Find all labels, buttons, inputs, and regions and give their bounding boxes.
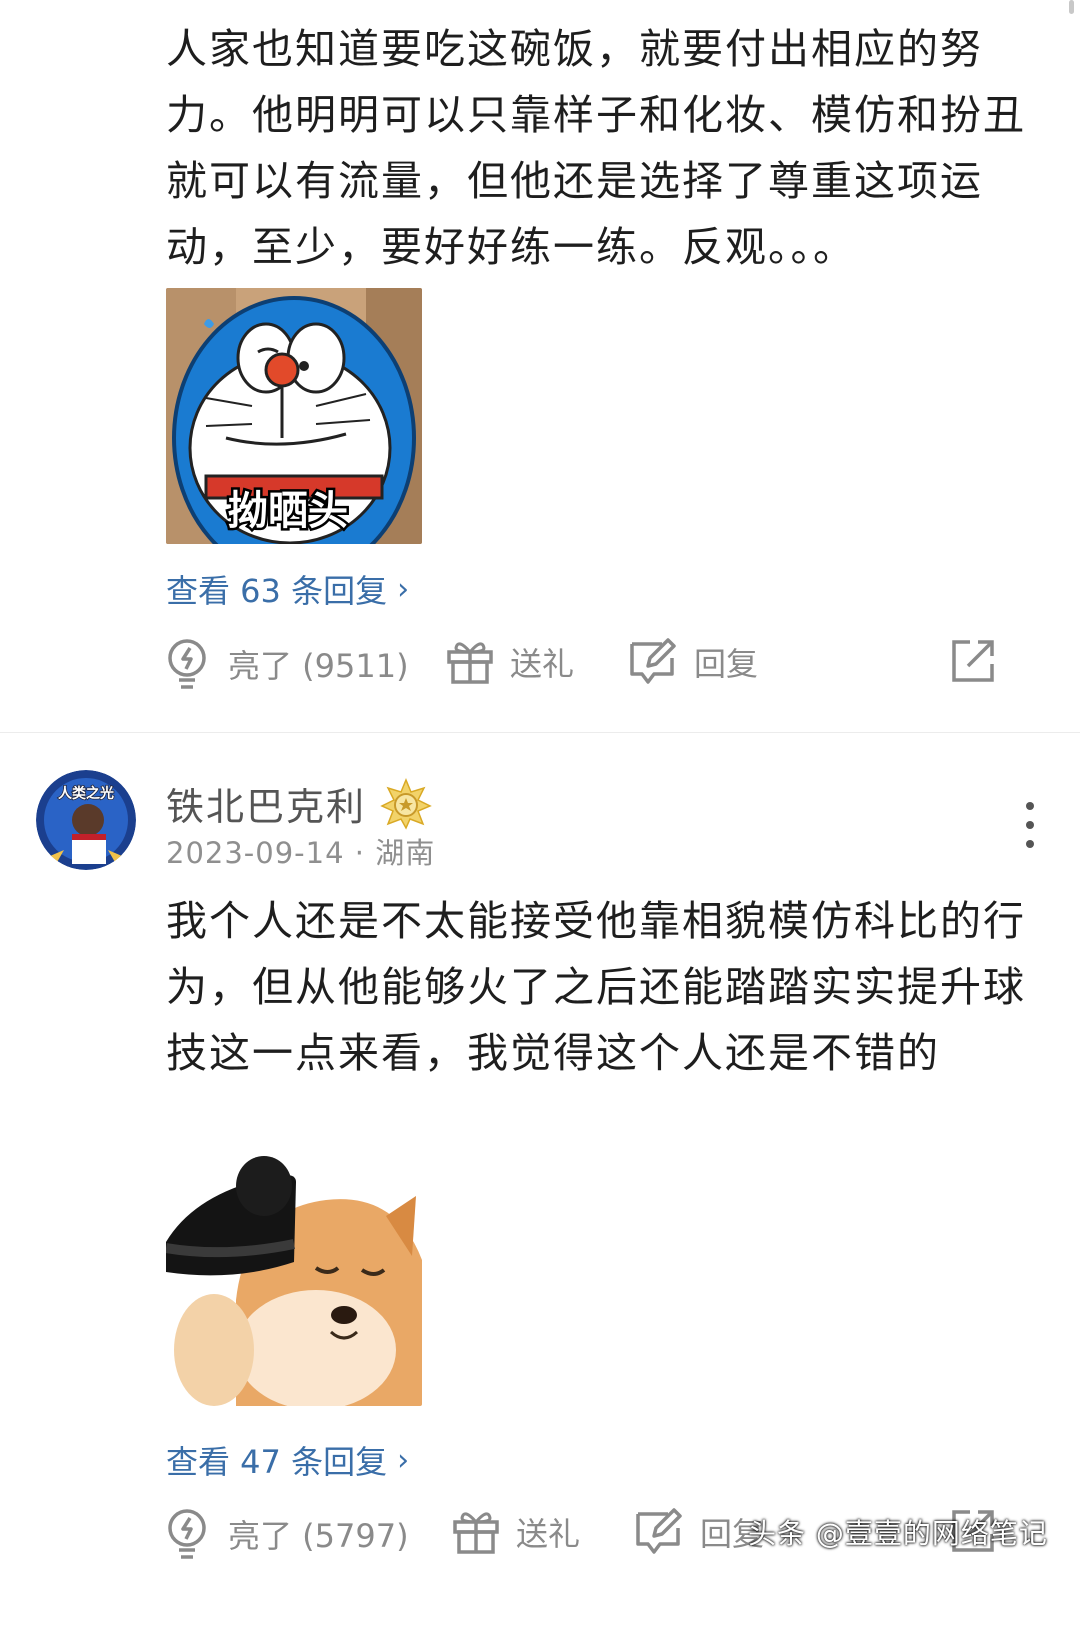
lightbulb-icon	[168, 639, 206, 689]
comment-text: 我个人还是不太能接受他靠相貌模仿科比的行为，但从他能够火了之后还能踏踏实实提升球…	[166, 897, 1026, 1077]
level-badge-icon	[380, 777, 432, 830]
reply-label: 回复	[694, 645, 759, 683]
chevron-right-icon: ›	[397, 571, 410, 607]
gift-icon	[447, 642, 493, 684]
like-button[interactable]: 亮了 (9511)	[166, 638, 409, 690]
edit-reply-icon	[630, 638, 676, 684]
shiba-sticker-image	[166, 1150, 422, 1406]
view-replies-link[interactable]: 查看 63 条回复 ›	[166, 566, 409, 612]
share-button[interactable]	[950, 638, 996, 684]
like-count: 亮了 (5797)	[228, 1517, 409, 1555]
view-replies-link[interactable]: 查看 47 条回复 ›	[166, 1437, 409, 1483]
comment-action-bar: 亮了 (9511) 送礼 回复	[166, 638, 1036, 698]
like-button[interactable]: 亮了 (5797)	[166, 1508, 409, 1560]
username-row: 铁北巴克利	[166, 776, 432, 831]
reply-button[interactable]: 回复	[628, 638, 758, 686]
doraemon-sticker[interactable]: 拗晒头	[166, 288, 422, 544]
username[interactable]: 铁北巴克利	[166, 776, 366, 831]
edit-reply-icon	[636, 1508, 682, 1554]
avatar-badge-text: 人类之光	[58, 785, 114, 802]
view-replies-label: 查看 47 条回复	[166, 1443, 388, 1481]
gift-icon	[453, 1512, 499, 1554]
comment-divider	[0, 732, 1080, 733]
avatar-image: 人类之光	[36, 770, 136, 870]
reply-button[interactable]: 回复	[634, 1508, 764, 1556]
like-count: 亮了 (9511)	[228, 647, 409, 685]
lightbulb-icon	[168, 1509, 206, 1559]
sticker-caption: 拗晒头	[228, 488, 348, 534]
chevron-right-icon: ›	[397, 1442, 410, 1478]
gift-button[interactable]: 送礼	[446, 638, 574, 686]
gift-label: 送礼	[516, 1515, 581, 1553]
scrollbar[interactable]	[1069, 0, 1074, 14]
gift-label: 送礼	[510, 645, 575, 683]
avatar[interactable]: 人类之光	[36, 770, 136, 870]
view-replies-label: 查看 63 条回复	[166, 572, 388, 610]
comment-text: 人家也知道要吃这碗饭，就要付出相应的努力。他明明可以只靠样子和化妆、模仿和扮丑就…	[166, 25, 1026, 271]
watermark: 头条 @壹壹的网络笔记	[748, 1517, 1048, 1550]
doraemon-sticker-image: 拗晒头	[166, 288, 422, 544]
gift-button[interactable]: 送礼	[452, 1508, 580, 1556]
comment-meta: 2023-09-14 · 湖南	[166, 836, 436, 870]
share-icon	[952, 640, 994, 682]
more-vertical-icon[interactable]	[1024, 802, 1036, 859]
shiba-sticker[interactable]	[166, 1150, 422, 1406]
